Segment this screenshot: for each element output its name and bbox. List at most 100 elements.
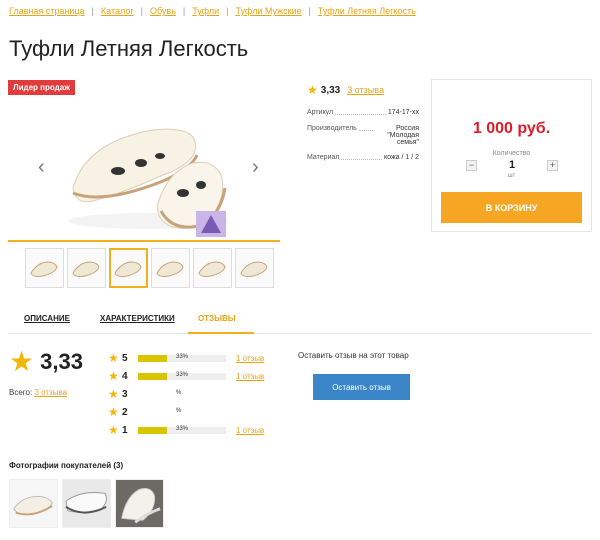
rating-percent: 33% [176,371,189,378]
rating-bar: 33% [138,425,226,434]
star-icon: ★ [108,423,119,437]
rating-distribution: ★ 5 33% 1 отзыв ★ 4 33% 1 отзыв ★ 3 % ★ … [108,349,264,439]
quantity-value[interactable]: 1 [509,159,515,171]
thumbnail-strip [25,248,274,288]
gallery-divider [8,240,280,242]
spec-value: кожа / 1 / 2 [384,154,419,161]
customer-photos [9,479,164,528]
average-rating-value: 3,33 [40,349,83,374]
rating-reviews-link[interactable]: 1 отзыв [236,372,264,381]
rating-stars: 3 [122,388,128,400]
add-to-cart-button[interactable]: В КОРЗИНУ [441,192,582,223]
rating-bar-fill [138,372,168,380]
product-main-image[interactable] [63,93,233,241]
spec-dots [335,109,386,115]
spec-row: Производитель Россия "Молодая семья" [307,125,419,146]
quantity-increase-button[interactable]: + [547,159,558,171]
chevron-right-icon[interactable]: › [252,156,259,179]
rating-stars: 4 [122,370,128,382]
leave-review-button[interactable]: Оставить отзыв [313,374,410,400]
tab-characteristics[interactable]: ХАРАКТЕРИСТИКИ [100,314,175,323]
breadcrumb: Главная страница | Каталог | Обувь | Туф… [9,6,416,16]
product-specs: Артикул 174-17-xx Производитель Россия "… [307,109,419,170]
rating-percent: 33% [176,425,189,432]
quantity-label: Количество [492,150,531,157]
spec-dots [358,125,373,131]
star-icon: ★ [108,369,119,383]
rating-bar: % [138,389,226,398]
quantity-decrease-button[interactable]: − [466,159,477,171]
breadcrumb-item-home[interactable]: Главная страница [9,6,85,16]
spec-value: Россия "Молодая семья" [387,125,419,146]
breadcrumb-item-tufli[interactable]: Туфли [192,6,219,16]
reviews-link[interactable]: 3 отзыва [347,85,384,95]
rating-bar: % [138,407,226,416]
star-icon: ★ [108,405,119,419]
rating-stars: 1 [122,424,128,436]
chevron-left-icon[interactable]: ‹ [38,156,45,179]
leave-review-text: Оставить отзыв на этот товар [298,351,409,360]
rating-stars: 5 [122,352,128,364]
product-gallery: Лидер продаж ‹ › [8,78,280,293]
spec-row: Материал кожа / 1 / 2 [307,154,419,162]
thumbnail[interactable] [151,248,190,288]
customer-photos-title: Фотографии покупателей (3) [9,461,124,470]
spec-row: Артикул 174-17-xx [307,109,419,117]
rating-row: ★ 1 33% 1 отзыв [108,421,264,439]
rating-percent: % [176,407,182,414]
quantity-stepper: − 1 + [466,159,558,171]
rating-percent: 33% [176,353,189,360]
thumbnail[interactable] [25,248,64,288]
total-reviews-link[interactable]: 3 отзыва [34,388,67,397]
breadcrumb-item-current[interactable]: Туфли Летняя Легкость [318,6,416,16]
page-title: Туфли Летняя Легкость [9,36,249,61]
rating-reviews-link[interactable]: 1 отзыв [236,426,264,435]
spec-value: 174-17-xx [387,109,419,116]
breadcrumb-item-shoes[interactable]: Обувь [150,6,176,16]
rating-row: ★ 2 % [108,403,264,421]
rating-percent: % [176,389,182,396]
rating-bar-fill [138,426,168,434]
rating-bar: 33% [138,371,226,380]
total-reviews-label: Всего: [9,388,33,397]
thumbnail[interactable] [235,248,274,288]
customer-photo[interactable] [9,479,58,528]
total-reviews: Всего: 3 отзыва [9,388,67,397]
average-rating: ★ 3,33 [9,348,83,376]
customer-photo[interactable] [115,479,164,528]
thumbnail-active[interactable] [109,248,148,288]
rating-value: 3,33 [320,84,341,96]
breadcrumb-item-mens[interactable]: Туфли Мужские [235,6,301,16]
quantity-unit: шт [507,173,516,179]
active-tab-indicator [188,332,254,334]
tab-description[interactable]: ОПИСАНИЕ [24,314,70,323]
star-icon: ★ [108,351,119,365]
rating-row: ★ 4 33% 1 отзыв [108,367,264,385]
purchase-box: 1 000 руб. Количество − 1 + шт В КОРЗИНУ [431,79,592,232]
spec-label: Материал [307,154,340,161]
rating-bar-fill [138,354,168,362]
product-tabs: ОПИСАНИЕ ХАРАКТЕРИСТИКИ ОТЗЫВЫ [8,306,592,334]
tab-reviews[interactable]: ОТЗЫВЫ [198,314,236,323]
breadcrumb-separator: | [226,6,229,16]
star-icon: ★ [9,346,35,377]
breadcrumb-separator: | [182,6,186,16]
rating-bar: 33% [138,353,226,362]
rating-row: ★ 5 33% 1 отзыв [108,349,264,367]
spec-label: Артикул [307,109,334,116]
thumbnail[interactable] [193,248,232,288]
star-icon: ★ [307,83,318,97]
rating-stars: 2 [122,406,128,418]
rating-reviews-link[interactable]: 1 отзыв [236,354,264,363]
star-icon: ★ [108,387,119,401]
breadcrumb-separator: | [308,6,311,16]
breadcrumb-separator: | [91,6,94,16]
spec-dots [341,154,382,160]
price: 1 000 руб. [472,120,551,137]
product-rating: ★ 3,33 3 отзыва [307,83,384,97]
breadcrumb-separator: | [140,6,143,16]
thumbnail[interactable] [67,248,106,288]
breadcrumb-item-catalog[interactable]: Каталог [101,6,134,16]
rating-row: ★ 3 % [108,385,264,403]
customer-photo[interactable] [62,479,111,528]
